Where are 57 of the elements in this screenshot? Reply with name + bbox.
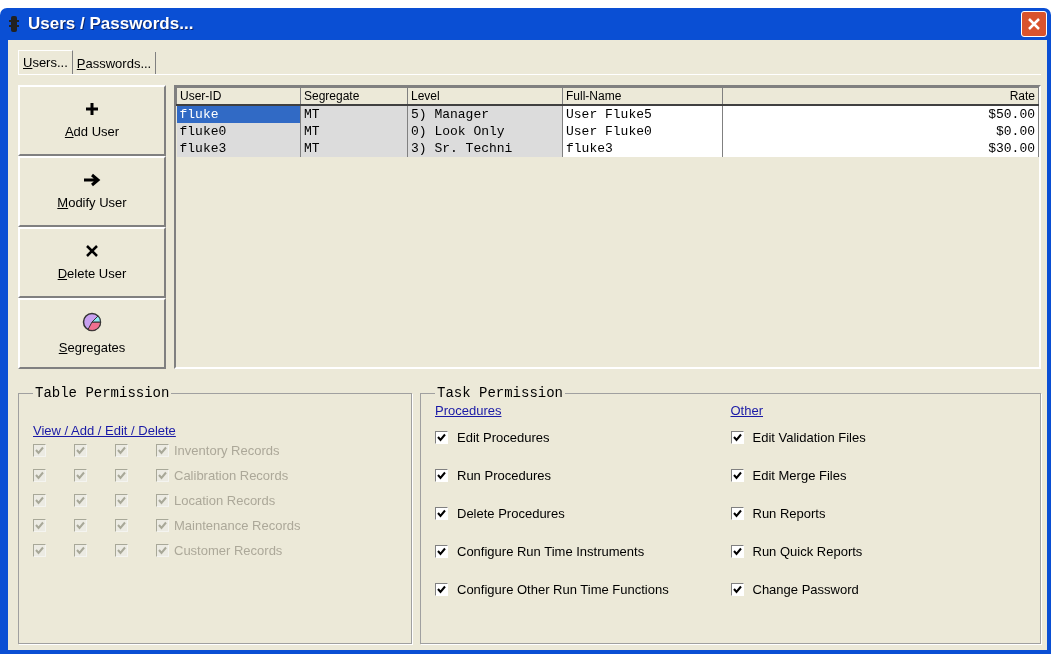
table-cell: 0) Look Only	[407, 123, 563, 140]
checkbox-label: Maintenance Records	[174, 518, 301, 533]
table-cell: fluke3	[176, 140, 301, 157]
group-title: Task Permission	[436, 385, 565, 401]
checkbox[interactable]	[435, 544, 448, 558]
close-button[interactable]	[1021, 11, 1047, 37]
group-title: Table Permission	[34, 385, 171, 401]
column-header[interactable]: Level	[407, 87, 563, 105]
add-button[interactable]: Add User	[18, 85, 166, 156]
checkbox-label: Delete Procedures	[457, 505, 565, 521]
checkbox[interactable]	[435, 468, 448, 482]
section-link[interactable]: Procedures	[435, 403, 731, 418]
checkbox[interactable]	[730, 468, 744, 482]
segregates-button[interactable]: Segregates	[18, 298, 166, 369]
arrow-right-icon	[83, 173, 101, 187]
column-header[interactable]: Full-Name	[562, 87, 723, 105]
checkbox[interactable]	[730, 430, 744, 444]
table-cell: User Fluke0	[562, 123, 723, 140]
checkbox-label: Configure Run Time Instruments	[457, 543, 645, 559]
checkbox-label: Run Procedures	[457, 467, 551, 483]
plus-icon	[85, 102, 99, 116]
modify-button[interactable]: Modify User	[18, 156, 166, 227]
checkbox[interactable]	[435, 582, 448, 596]
pie-chart-icon	[82, 312, 102, 332]
column-header[interactable]: Segregate	[300, 87, 408, 105]
checkbox-label: Location Records	[174, 493, 276, 508]
checkbox-label: Change Password	[752, 581, 859, 597]
checkbox-label: Inventory Records	[174, 443, 280, 458]
x-icon	[85, 244, 99, 258]
checkbox-label: Edit Merge Files	[752, 467, 847, 483]
close-icon	[1027, 17, 1041, 31]
table-cell: fluke0	[176, 123, 301, 140]
table-cell: MT	[300, 123, 408, 140]
table-cell: $30.00	[722, 140, 1039, 157]
section-link[interactable]: Other	[730, 403, 1026, 418]
checkbox-label: Run Quick Reports	[752, 543, 863, 559]
checkbox[interactable]	[435, 430, 448, 444]
checkbox[interactable]	[435, 506, 448, 520]
table-cell: $0.00	[722, 123, 1039, 140]
checkbox-label: Run Reports	[752, 505, 826, 521]
column-header[interactable]: Rate	[722, 87, 1039, 105]
table-cell: MT	[300, 140, 408, 157]
table-cell: 3) Sr. Techni	[407, 140, 563, 157]
tab[interactable]: Users...	[18, 50, 73, 74]
checkbox[interactable]	[730, 544, 744, 558]
checkbox[interactable]	[730, 582, 744, 596]
checkbox-label: Customer Records	[174, 543, 283, 558]
checkbox-label: Edit Procedures	[457, 429, 550, 445]
window-title: Users / Passwords...	[28, 14, 195, 34]
column-header[interactable]: User-ID	[176, 87, 301, 105]
app-icon	[8, 15, 20, 33]
checkbox[interactable]	[730, 506, 744, 520]
checkbox-label: Edit Validation Files	[752, 429, 866, 445]
checkbox-label: Calibration Records	[174, 468, 289, 483]
delete-button[interactable]: Delete User	[18, 227, 166, 298]
checkbox-label: Configure Other Run Time Functions	[457, 581, 669, 597]
table-cell: fluke3	[562, 140, 723, 157]
